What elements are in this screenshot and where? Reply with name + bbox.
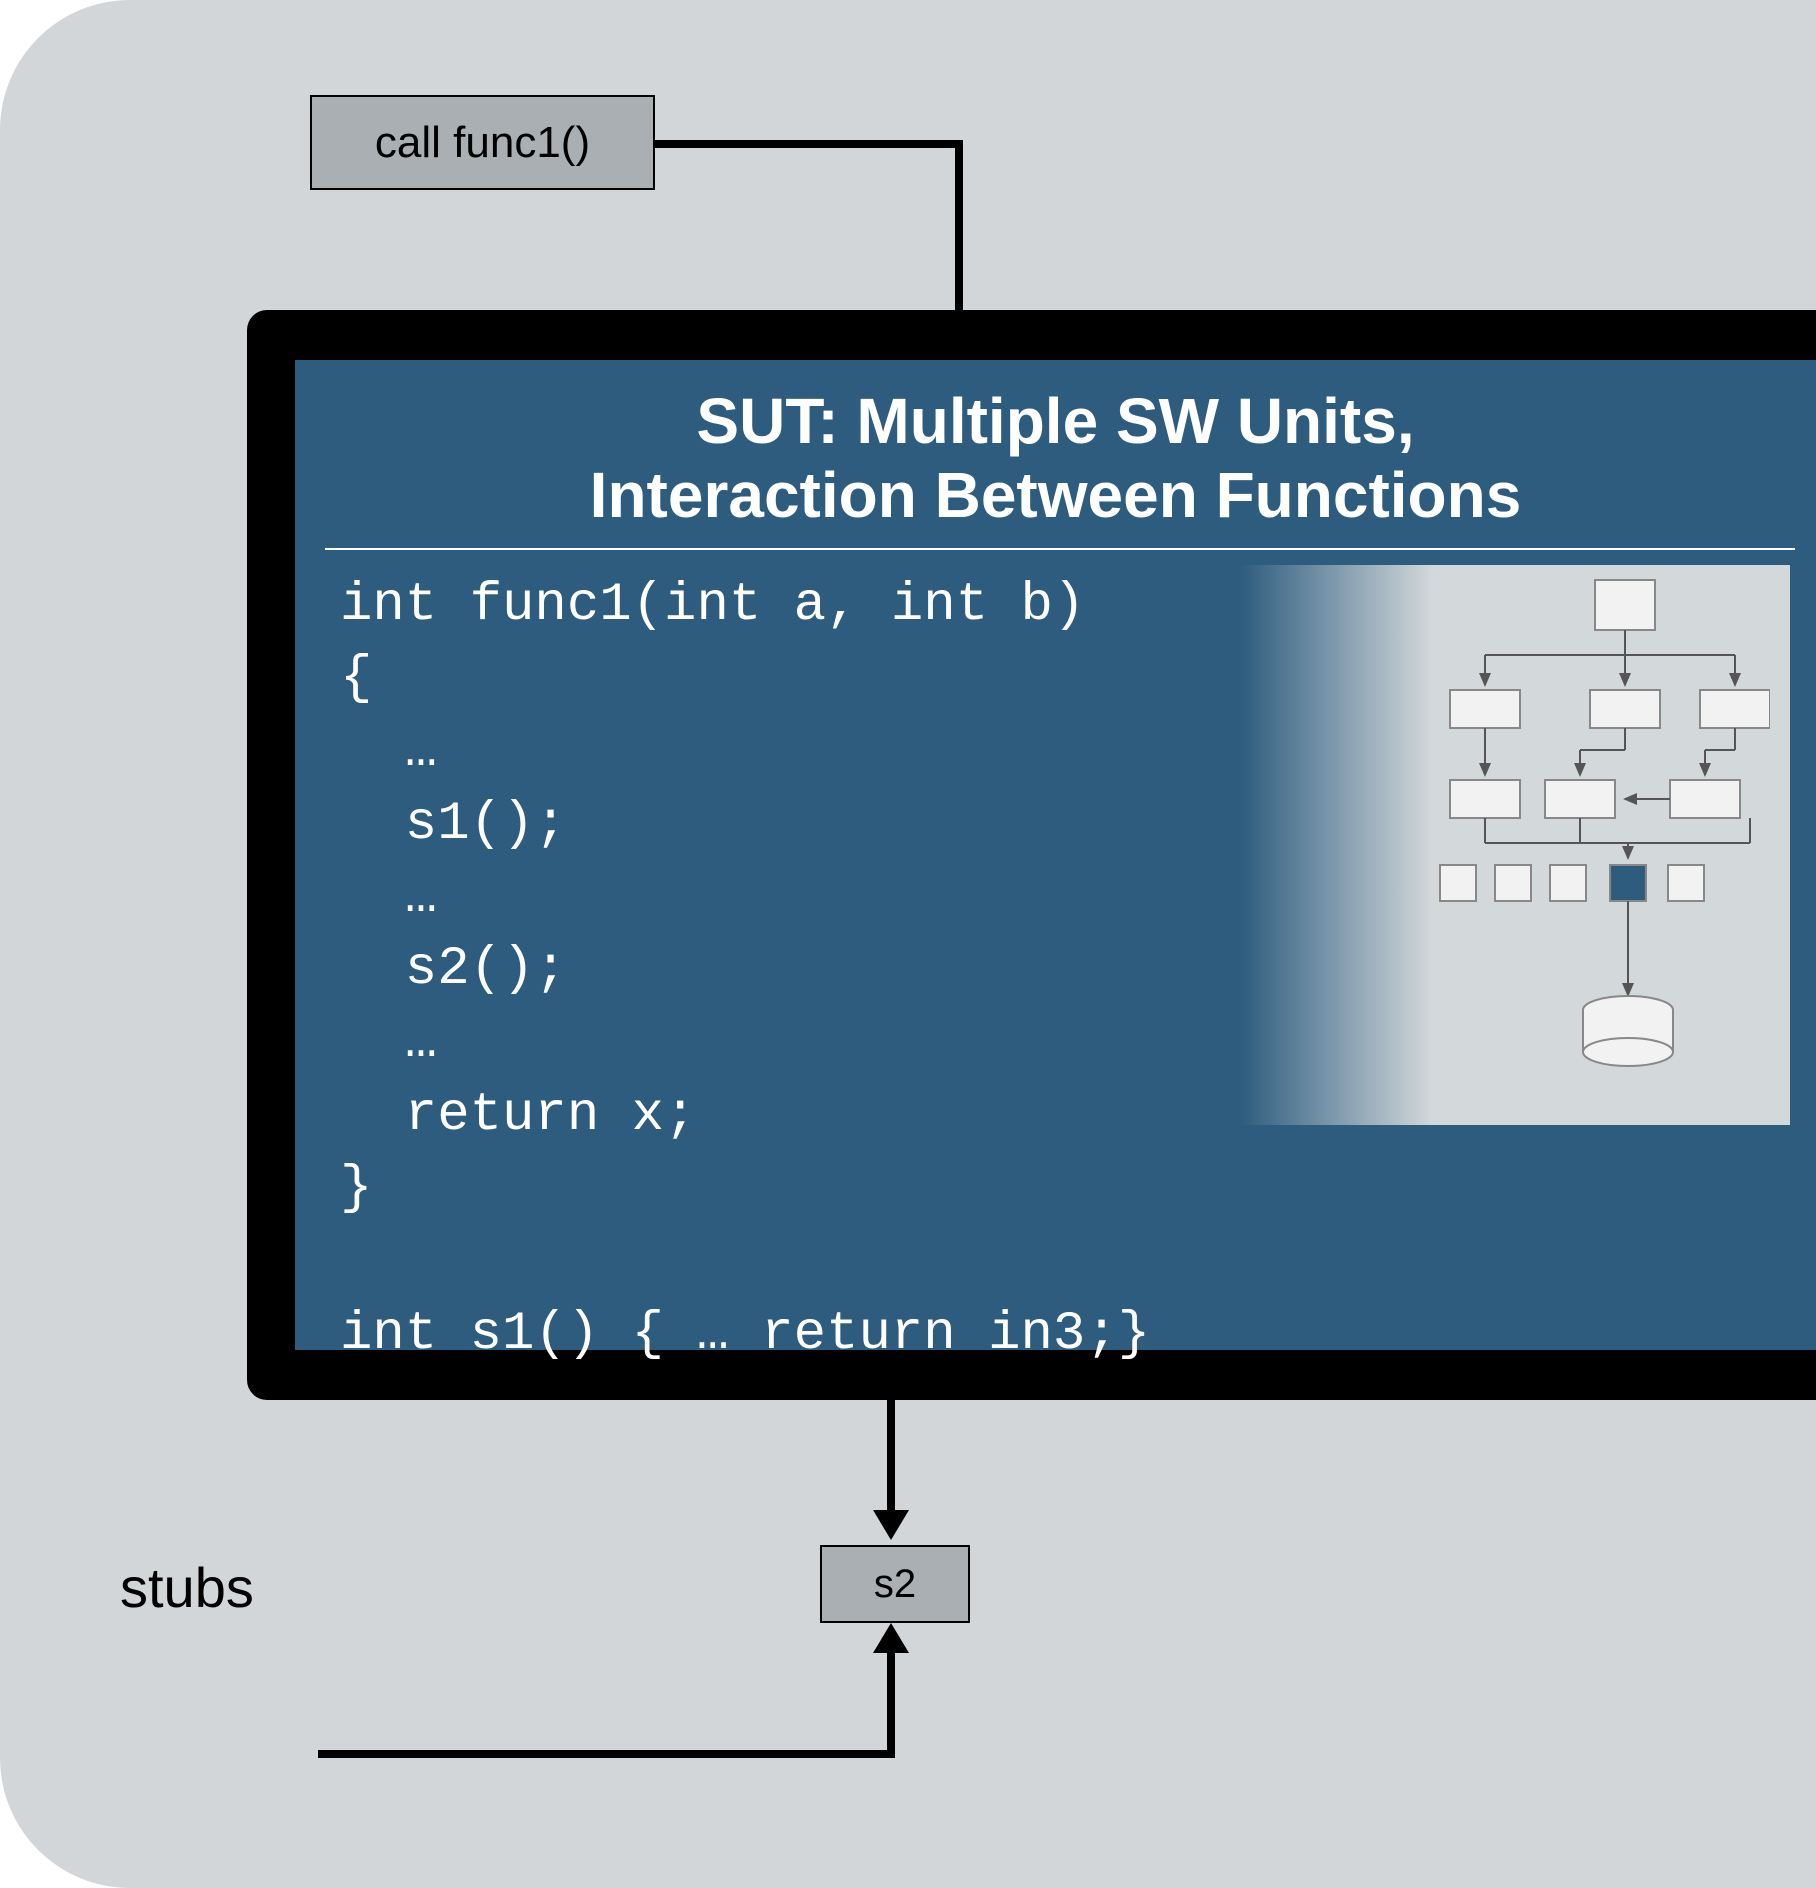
code-line-1: { <box>340 648 372 709</box>
call-func-label: call func1() <box>375 118 590 168</box>
code-line-2: … <box>340 721 437 782</box>
code-line-7: return x; <box>340 1085 696 1146</box>
code-line-3: s1(); <box>340 794 567 855</box>
connector-top-horizontal <box>655 140 960 148</box>
mini-diagram-svg <box>1410 575 1770 1115</box>
screen-title-line1: SUT: Multiple SW Units, <box>696 385 1414 457</box>
connector-bottom-v-top <box>887 1400 895 1520</box>
code-line-8: } <box>340 1158 372 1219</box>
code-line-4: … <box>340 867 437 928</box>
code-line-10: int s1() { … return in3;} <box>340 1304 1150 1365</box>
code-block: int func1(int a, int b) { … s1(); … s2()… <box>340 570 1150 1372</box>
stubs-label: stubs <box>120 1555 254 1620</box>
arrow-up-icon <box>873 1623 909 1653</box>
screen-divider <box>325 548 1795 550</box>
mini-diagram <box>1240 565 1790 1125</box>
screen-title: SUT: Multiple SW Units, Interaction Betw… <box>295 385 1816 532</box>
stub-box: s2 <box>820 1545 970 1623</box>
code-line-5: s2(); <box>340 939 567 1000</box>
stubs-text: stubs <box>120 1556 254 1619</box>
arrow-down-icon <box>873 1510 909 1540</box>
stub-label: s2 <box>874 1562 916 1607</box>
connector-top-vertical <box>955 140 963 330</box>
connector-bottom-horizontal <box>318 1750 895 1758</box>
screen-title-line2: Interaction Between Functions <box>590 459 1522 531</box>
call-func-box: call func1() <box>310 95 655 190</box>
code-line-6: … <box>340 1012 437 1073</box>
outer-panel: call func1() SUT: Multiple SW Units, Int… <box>0 0 1816 1888</box>
connector-bottom-v-bottom <box>887 1653 895 1758</box>
code-line-0: int func1(int a, int b) <box>340 575 1085 636</box>
